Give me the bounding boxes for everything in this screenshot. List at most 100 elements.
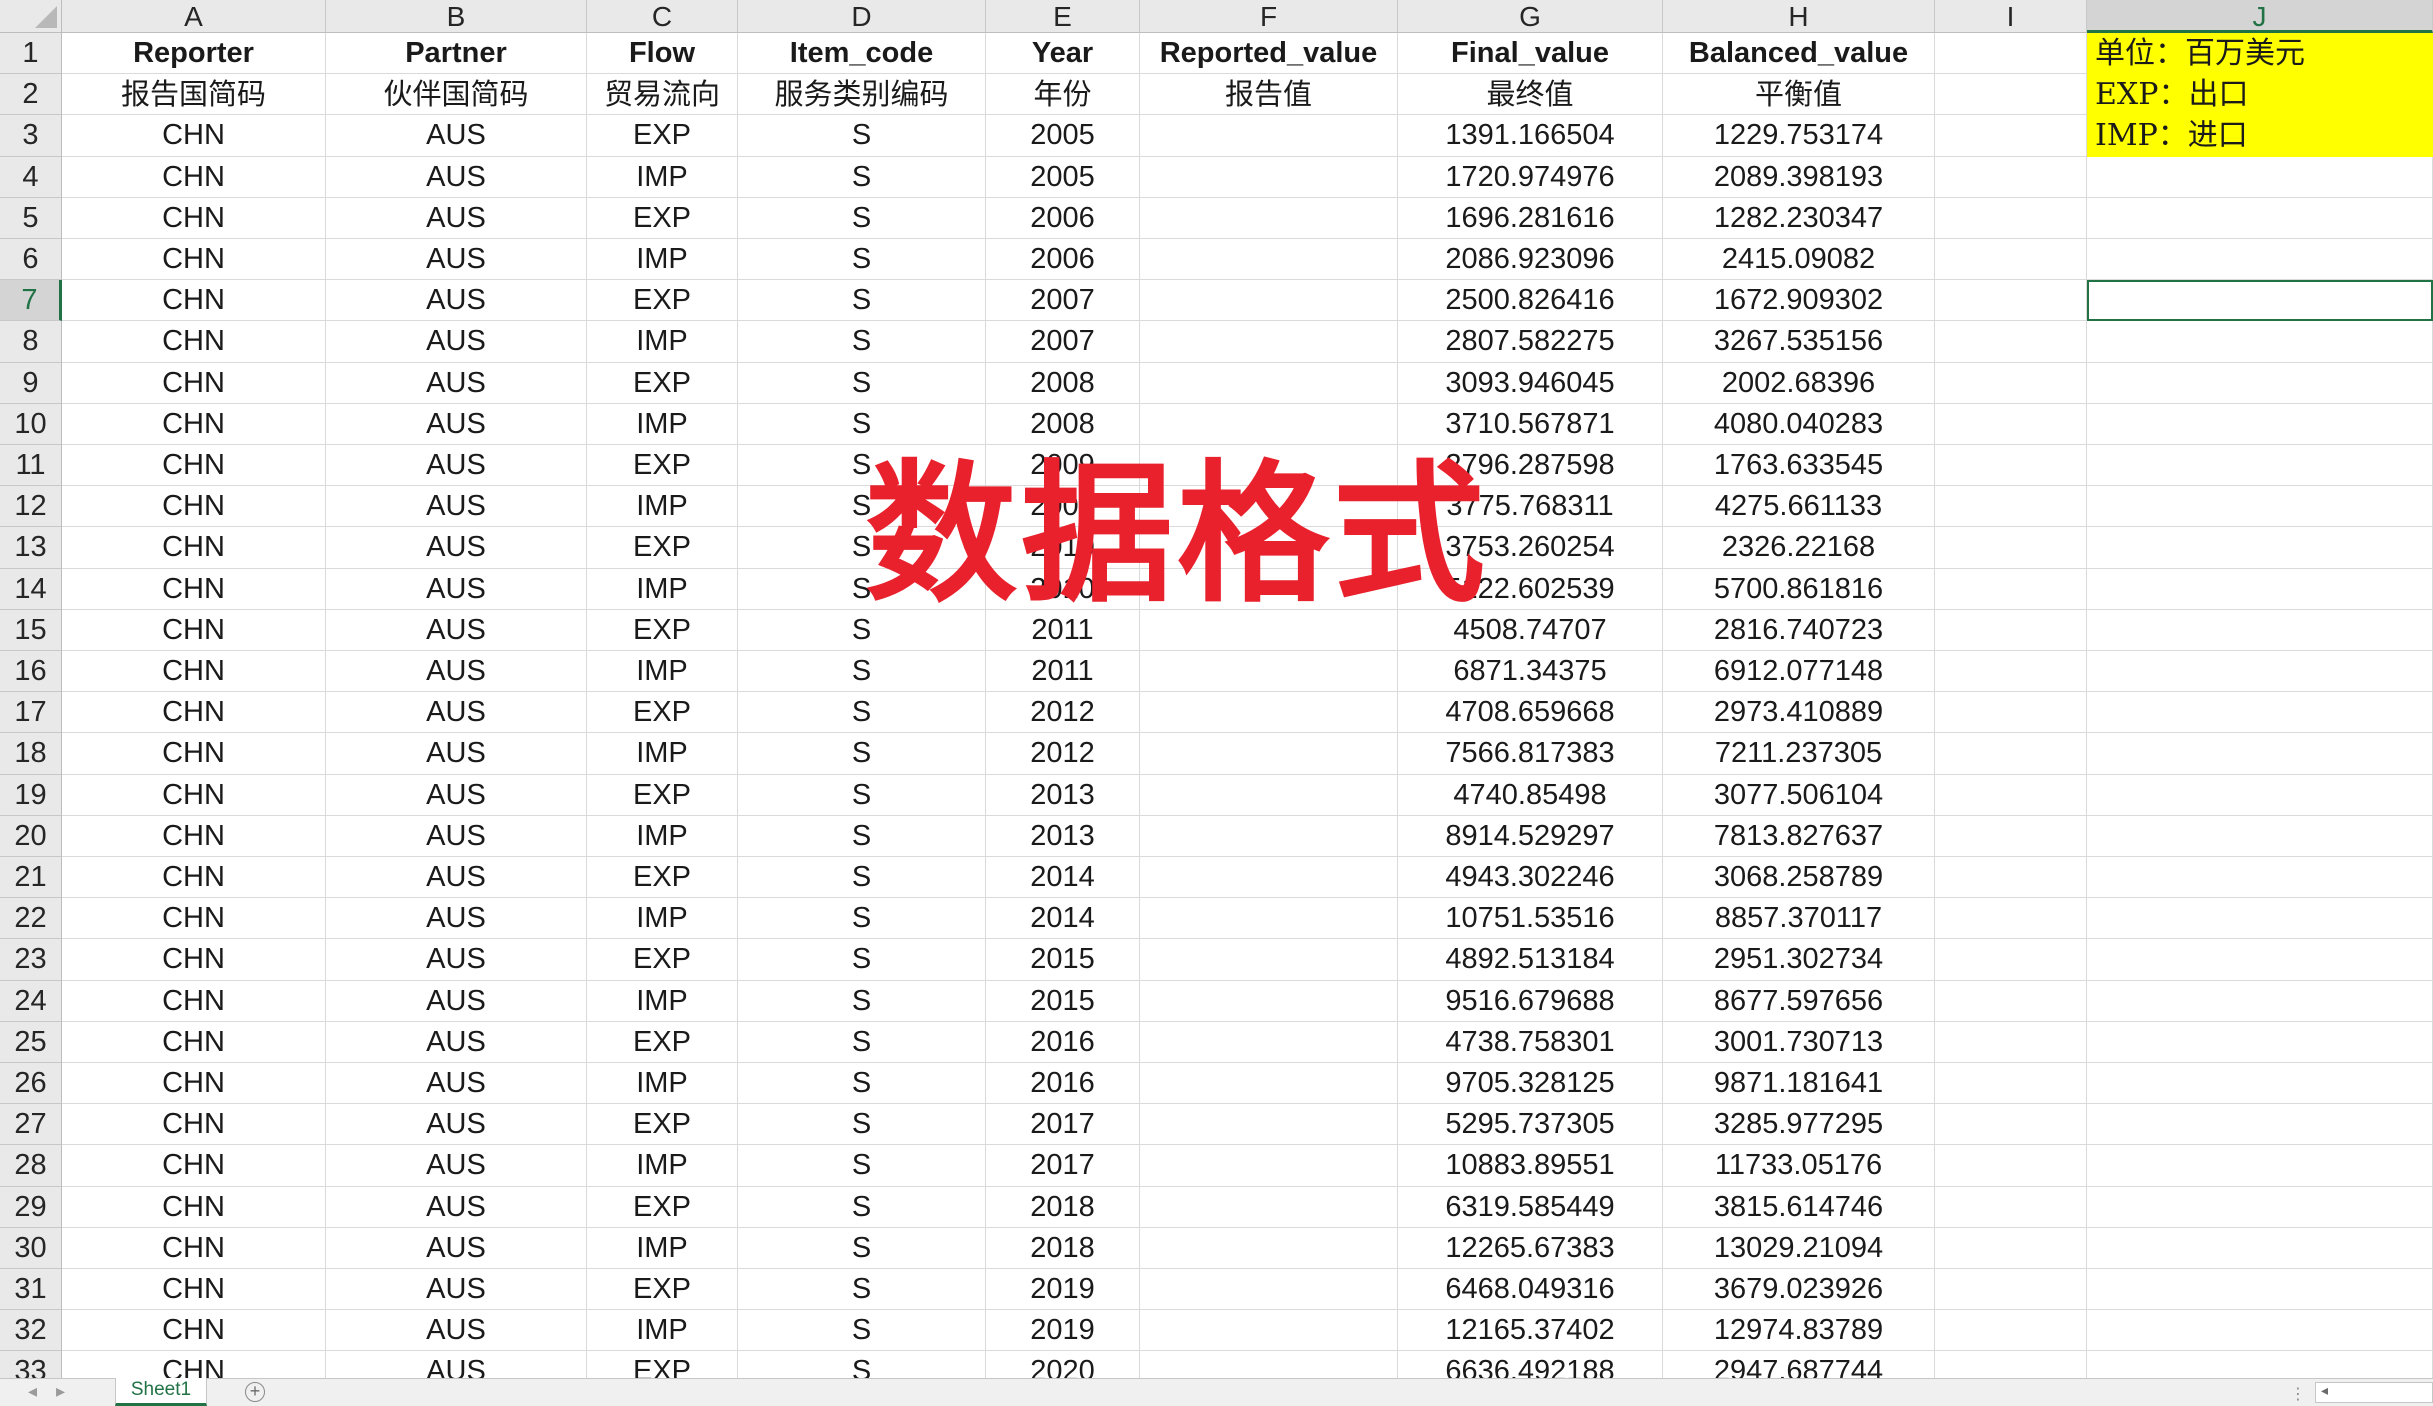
- cell-g30[interactable]: 12265.67383: [1398, 1227, 1663, 1269]
- row-header-21[interactable]: 21: [0, 857, 62, 899]
- cell-j18[interactable]: [2087, 733, 2433, 775]
- cell-a3[interactable]: CHN: [62, 115, 326, 157]
- cell-g8[interactable]: 2807.582275: [1398, 321, 1663, 363]
- cell-i14[interactable]: [1935, 568, 2087, 610]
- horizontal-scrollbar[interactable]: ◂: [2315, 1382, 2433, 1403]
- cell-g20[interactable]: 8914.529297: [1398, 815, 1663, 857]
- cell-b31[interactable]: AUS: [326, 1269, 587, 1311]
- cell-f5[interactable]: [1140, 197, 1398, 239]
- cell-f6[interactable]: [1140, 239, 1398, 281]
- cell-e26[interactable]: 2016: [986, 1063, 1140, 1105]
- sheet-tab-sheet1[interactable]: Sheet1: [115, 1378, 207, 1406]
- cell-a23[interactable]: CHN: [62, 939, 326, 981]
- cell-h10[interactable]: 4080.040283: [1663, 403, 1935, 445]
- cell-e6[interactable]: 2006: [986, 239, 1140, 281]
- cell-j8[interactable]: [2087, 321, 2433, 363]
- cell-b5[interactable]: AUS: [326, 197, 587, 239]
- cell-d27[interactable]: S: [738, 1104, 986, 1146]
- cell-c4[interactable]: IMP: [587, 156, 738, 198]
- cell-j21[interactable]: [2087, 857, 2433, 899]
- cell-b12[interactable]: AUS: [326, 486, 587, 528]
- active-cell-selection[interactable]: [2087, 280, 2433, 322]
- cell-i5[interactable]: [1935, 197, 2087, 239]
- cell-d18[interactable]: S: [738, 733, 986, 775]
- cell-c17[interactable]: EXP: [587, 692, 738, 734]
- cell-b27[interactable]: AUS: [326, 1104, 587, 1146]
- cell-b6[interactable]: AUS: [326, 239, 587, 281]
- cell-a9[interactable]: CHN: [62, 362, 326, 404]
- cell-i25[interactable]: [1935, 1021, 2087, 1063]
- cell-h23[interactable]: 2951.302734: [1663, 939, 1935, 981]
- row-header-6[interactable]: 6: [0, 239, 62, 281]
- row-header-33[interactable]: 33: [0, 1351, 62, 1378]
- cell-f24[interactable]: [1140, 980, 1398, 1022]
- row-header-22[interactable]: 22: [0, 898, 62, 940]
- row-header-11[interactable]: 11: [0, 445, 62, 487]
- cell-c21[interactable]: EXP: [587, 857, 738, 899]
- cell-g26[interactable]: 9705.328125: [1398, 1063, 1663, 1105]
- cell-h32[interactable]: 12974.83789: [1663, 1310, 1935, 1352]
- cell-j19[interactable]: [2087, 774, 2433, 816]
- cell-j26[interactable]: [2087, 1063, 2433, 1105]
- cell-f31[interactable]: [1140, 1269, 1398, 1311]
- cell-f25[interactable]: [1140, 1021, 1398, 1063]
- cell-e10[interactable]: 2008: [986, 403, 1140, 445]
- cell-f20[interactable]: [1140, 815, 1398, 857]
- cell-i17[interactable]: [1935, 692, 2087, 734]
- row-header-14[interactable]: 14: [0, 568, 62, 610]
- cell-d7[interactable]: S: [738, 280, 986, 322]
- cell-d9[interactable]: S: [738, 362, 986, 404]
- cell-e30[interactable]: 2018: [986, 1227, 1140, 1269]
- cell-d8[interactable]: S: [738, 321, 986, 363]
- cell-d26[interactable]: S: [738, 1063, 986, 1105]
- cell-e5[interactable]: 2006: [986, 197, 1140, 239]
- cell-h11[interactable]: 1763.633545: [1663, 445, 1935, 487]
- cell-a28[interactable]: CHN: [62, 1145, 326, 1187]
- cell-a26[interactable]: CHN: [62, 1063, 326, 1105]
- cell-a18[interactable]: CHN: [62, 733, 326, 775]
- cell-j14[interactable]: [2087, 568, 2433, 610]
- cell-e18[interactable]: 2012: [986, 733, 1140, 775]
- cell-j25[interactable]: [2087, 1021, 2433, 1063]
- cell-c27[interactable]: EXP: [587, 1104, 738, 1146]
- cell-b13[interactable]: AUS: [326, 527, 587, 569]
- cell-f33[interactable]: [1140, 1351, 1398, 1378]
- cell-h13[interactable]: 2326.22168: [1663, 527, 1935, 569]
- cell-j3[interactable]: IMP：进口: [2087, 115, 2433, 157]
- cell-b4[interactable]: AUS: [326, 156, 587, 198]
- cell-j33[interactable]: [2087, 1351, 2433, 1378]
- cell-a33[interactable]: CHN: [62, 1351, 326, 1378]
- cell-a16[interactable]: CHN: [62, 651, 326, 693]
- row-header-28[interactable]: 28: [0, 1145, 62, 1187]
- cell-e28[interactable]: 2017: [986, 1145, 1140, 1187]
- cell-f1[interactable]: Reported_value: [1140, 33, 1398, 75]
- row-header-5[interactable]: 5: [0, 197, 62, 239]
- cell-b22[interactable]: AUS: [326, 898, 587, 940]
- cell-c8[interactable]: IMP: [587, 321, 738, 363]
- triangle-left-icon[interactable]: ◂: [28, 1381, 37, 1402]
- row-header-19[interactable]: 19: [0, 774, 62, 816]
- cell-e20[interactable]: 2013: [986, 815, 1140, 857]
- cell-h27[interactable]: 3285.977295: [1663, 1104, 1935, 1146]
- cell-c24[interactable]: IMP: [587, 980, 738, 1022]
- cell-j32[interactable]: [2087, 1310, 2433, 1352]
- cell-d33[interactable]: S: [738, 1351, 986, 1378]
- cell-h18[interactable]: 7211.237305: [1663, 733, 1935, 775]
- cell-e1[interactable]: Year: [986, 33, 1140, 75]
- row-header-12[interactable]: 12: [0, 486, 62, 528]
- row-header-2[interactable]: 2: [0, 74, 62, 116]
- cell-a6[interactable]: CHN: [62, 239, 326, 281]
- plus-circle-icon[interactable]: +: [245, 1382, 265, 1402]
- cell-c28[interactable]: IMP: [587, 1145, 738, 1187]
- cell-j23[interactable]: [2087, 939, 2433, 981]
- cell-f32[interactable]: [1140, 1310, 1398, 1352]
- cell-i33[interactable]: [1935, 1351, 2087, 1378]
- cell-c2[interactable]: 贸易流向: [587, 74, 738, 116]
- column-header-c[interactable]: C: [587, 0, 738, 33]
- cell-b25[interactable]: AUS: [326, 1021, 587, 1063]
- cell-h28[interactable]: 11733.05176: [1663, 1145, 1935, 1187]
- cell-g19[interactable]: 4740.85498: [1398, 774, 1663, 816]
- cell-e27[interactable]: 2017: [986, 1104, 1140, 1146]
- cell-a15[interactable]: CHN: [62, 609, 326, 651]
- cell-h5[interactable]: 1282.230347: [1663, 197, 1935, 239]
